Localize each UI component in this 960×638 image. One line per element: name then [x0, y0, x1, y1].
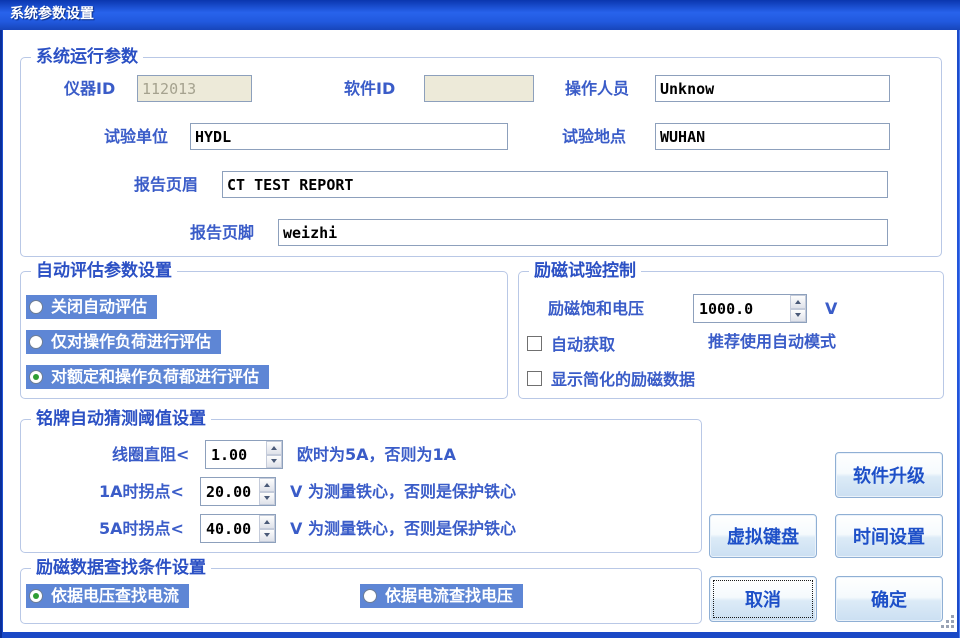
- time-setting-button[interactable]: 时间设置: [835, 514, 943, 558]
- radio-label: 关闭自动评估: [51, 298, 147, 315]
- radio-icon: [29, 589, 43, 603]
- saturation-voltage-input[interactable]: [694, 295, 790, 322]
- arrow-down-icon: [264, 533, 270, 537]
- arrow-up-icon: [264, 483, 270, 487]
- checkbox-label: 自动获取: [551, 331, 615, 355]
- radio-label: 对额定和操作负荷都进行评估: [51, 368, 259, 385]
- saturation-voltage-spinner[interactable]: [693, 294, 807, 323]
- checkbox-auto-acquire[interactable]: 自动获取: [527, 331, 615, 355]
- knee-1a-label: 1A时拐点<: [99, 482, 184, 502]
- knee-5a-label: 5A时拐点<: [99, 519, 184, 539]
- saturation-voltage-label: 励磁饱和电压: [548, 299, 644, 319]
- report-header-label: 报告页眉: [134, 175, 198, 195]
- operator-input[interactable]: [655, 75, 890, 102]
- arrow-up-icon: [271, 446, 277, 450]
- arrow-down-icon: [264, 496, 270, 500]
- ok-button[interactable]: 确定: [835, 576, 943, 622]
- spinner-buttons[interactable]: [259, 515, 275, 542]
- knee-5a-suffix: V 为测量铁心，否则是保护铁心: [290, 519, 516, 539]
- radio-option-eval-operating-burden[interactable]: 仅对操作负荷进行评估: [26, 330, 221, 354]
- arrow-up-icon: [795, 300, 801, 304]
- coil-resistance-label: 线圈直阻<: [112, 445, 189, 465]
- spin-up-button[interactable]: [259, 515, 275, 529]
- group-excitation-legend: 励磁试验控制: [529, 261, 641, 281]
- radio-icon: [29, 335, 43, 349]
- software-id-input: [424, 75, 534, 102]
- checkbox-label: 显示简化的励磁数据: [551, 366, 695, 390]
- group-system-legend: 系统运行参数: [31, 47, 143, 67]
- knee-1a-suffix: V 为测量铁心，否则是保护铁心: [290, 482, 516, 502]
- spinner-buttons[interactable]: [266, 441, 282, 468]
- checkbox-icon: [527, 371, 542, 386]
- checkbox-icon: [527, 336, 542, 351]
- arrow-down-icon: [271, 459, 277, 463]
- instrument-id-label: 仪器ID: [64, 79, 115, 99]
- spinner-buttons[interactable]: [259, 478, 275, 505]
- checkbox-show-simplified-data[interactable]: 显示简化的励磁数据: [527, 366, 695, 390]
- spin-up-button[interactable]: [790, 295, 806, 309]
- radio-option-search-current-by-voltage[interactable]: 依据电压查找电流: [26, 584, 189, 608]
- knee-5a-spinner[interactable]: [200, 514, 276, 543]
- spin-down-button[interactable]: [259, 529, 275, 543]
- instrument-id-input: [137, 75, 252, 102]
- saturation-voltage-unit: V: [825, 299, 837, 319]
- group-search-legend: 励磁数据查找条件设置: [31, 558, 211, 578]
- cancel-button[interactable]: 取消: [709, 576, 817, 622]
- group-nameplate-legend: 铭牌自动猜测阈值设置: [31, 409, 211, 429]
- radio-option-eval-rated-and-operating[interactable]: 对额定和操作负荷都进行评估: [26, 365, 269, 389]
- test-site-input[interactable]: [655, 123, 890, 150]
- coil-resistance-input[interactable]: [206, 441, 266, 468]
- operator-label: 操作人员: [565, 79, 629, 99]
- title-bar: 系统参数设置: [0, 0, 960, 30]
- radio-label: 依据电流查找电压: [385, 587, 513, 604]
- software-upgrade-button[interactable]: 软件升级: [835, 452, 943, 498]
- radio-icon: [29, 370, 43, 384]
- spin-down-button[interactable]: [266, 455, 282, 469]
- spin-up-button[interactable]: [259, 478, 275, 492]
- virtual-keyboard-button[interactable]: 虚拟键盘: [709, 514, 817, 558]
- resize-grip[interactable]: [941, 615, 955, 629]
- arrow-up-icon: [264, 520, 270, 524]
- coil-resistance-spinner[interactable]: [205, 440, 283, 469]
- knee-5a-input[interactable]: [201, 515, 259, 542]
- coil-resistance-suffix: 欧时为5A，否则为1A: [297, 445, 456, 465]
- radio-option-disable-auto-eval[interactable]: 关闭自动评估: [26, 295, 157, 319]
- spin-down-button[interactable]: [790, 309, 806, 323]
- report-footer-label: 报告页脚: [190, 223, 254, 243]
- arrow-down-icon: [795, 313, 801, 317]
- window-title: 系统参数设置: [10, 0, 94, 29]
- radio-icon: [29, 300, 43, 314]
- report-footer-input[interactable]: [278, 219, 888, 246]
- spinner-buttons[interactable]: [790, 295, 806, 322]
- radio-icon: [363, 589, 377, 603]
- radio-label: 依据电压查找电流: [51, 587, 179, 604]
- radio-option-search-voltage-by-current[interactable]: 依据电流查找电压: [360, 584, 523, 608]
- auto-acquire-hint: 推荐使用自动模式: [708, 332, 836, 352]
- knee-1a-spinner[interactable]: [200, 477, 276, 506]
- knee-1a-input[interactable]: [201, 478, 259, 505]
- report-header-input[interactable]: [222, 171, 888, 198]
- spin-down-button[interactable]: [259, 492, 275, 506]
- test-site-label: 试验地点: [562, 127, 626, 147]
- spin-up-button[interactable]: [266, 441, 282, 455]
- test-unit-label: 试验单位: [104, 127, 168, 147]
- group-auto-eval-legend: 自动评估参数设置: [31, 261, 177, 281]
- software-id-label: 软件ID: [344, 79, 395, 99]
- radio-label: 仅对操作负荷进行评估: [51, 333, 211, 350]
- test-unit-input[interactable]: [190, 123, 508, 150]
